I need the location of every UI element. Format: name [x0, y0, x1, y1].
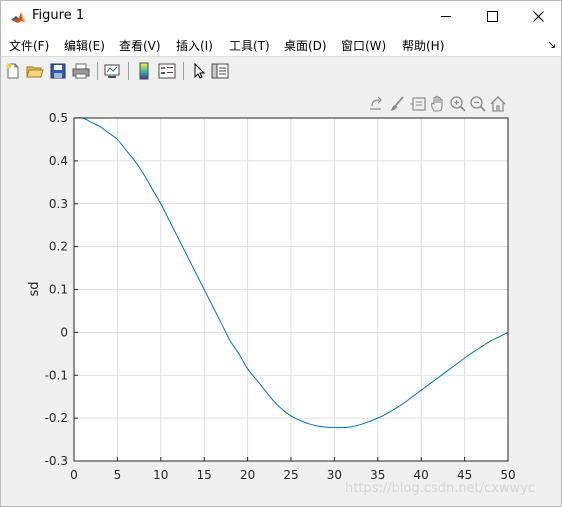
y-tick-label: 0.4: [49, 154, 68, 168]
x-tick-label: 20: [240, 468, 255, 482]
x-tick-label: 50: [500, 468, 515, 482]
y-axis-label: sd: [27, 281, 42, 296]
x-tick-label: 10: [153, 468, 168, 482]
y-tick-label: 0.1: [49, 283, 68, 297]
line-chart[interactable]: 0 5 10 15 20 25 30 35 40 45 50 0.5 0.4 0.3 0.2 0.1 0 -0.1…: [0, 0, 562, 507]
y-tick-label: 0.2: [49, 240, 68, 254]
x-tick-label: 45: [457, 468, 472, 482]
x-tick-label: 30: [327, 468, 342, 482]
x-tick-label: 35: [370, 468, 385, 482]
y-tick-label: -0.2: [45, 411, 68, 425]
watermark: https://blog.csdn.net/cxwwyc: [345, 481, 536, 496]
y-tick-label: 0: [60, 325, 68, 339]
x-tick-label: 40: [414, 468, 429, 482]
y-tick-label: 0.3: [49, 197, 68, 211]
x-tick-label: 15: [197, 468, 212, 482]
y-tick-label: -0.3: [45, 454, 68, 468]
y-tick-label: -0.1: [45, 368, 68, 382]
x-tick-label: 0: [70, 468, 78, 482]
x-tick-label: 5: [114, 468, 122, 482]
x-tick-label: 25: [283, 468, 298, 482]
y-tick-label: 0.5: [49, 111, 68, 125]
